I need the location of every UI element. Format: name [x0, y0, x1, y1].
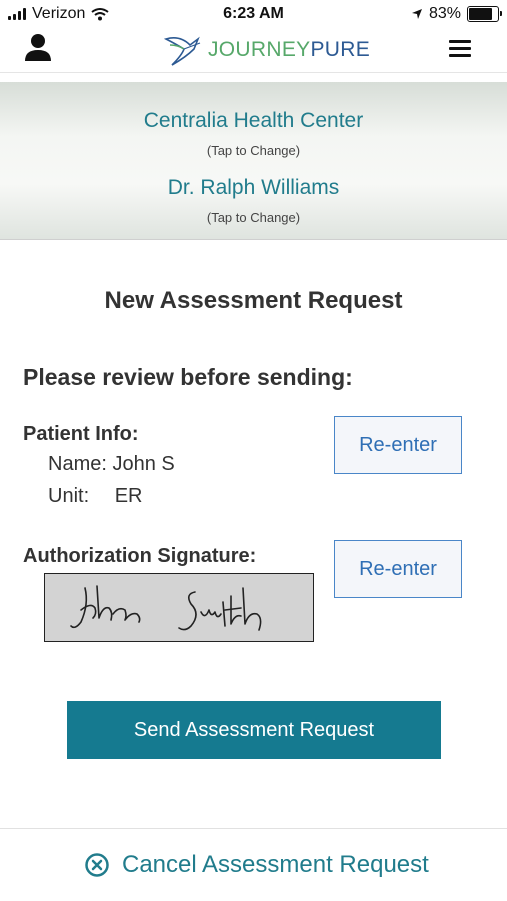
patient-unit-value: ER — [114, 485, 143, 507]
footer: Cancel Assessment Request — [0, 828, 507, 901]
cancel-assessment-request-link[interactable]: Cancel Assessment Request — [84, 851, 429, 879]
location-arrow-icon — [411, 9, 422, 19]
status-right: 83% — [411, 5, 502, 23]
logo-text-journey: JOURNEY — [208, 38, 311, 61]
logo-text: JOURNEYPURE — [208, 38, 370, 62]
logo: JOURNEYPURE — [164, 33, 370, 67]
patient-name-label: Name: — [48, 453, 107, 475]
signature-image — [44, 573, 314, 642]
battery-icon — [467, 6, 502, 22]
reenter-patient-button[interactable]: Re-enter — [334, 416, 462, 474]
facility-change-hint[interactable]: (Tap to Change) — [0, 143, 507, 158]
battery-percent: 83% — [428, 5, 461, 22]
patient-name-row: Name: John S — [48, 453, 175, 476]
logo-bird-icon — [164, 36, 201, 66]
page-title: New Assessment Request — [104, 287, 403, 314]
cancel-label: Cancel Assessment Request — [122, 851, 429, 878]
patient-unit-label: Unit: — [48, 485, 90, 507]
status-bar: Verizon 6:23 AM 83% — [0, 0, 507, 28]
patient-info-label: Patient Info: — [23, 423, 139, 445]
signature-drawing — [70, 585, 262, 631]
app-header: JOURNEYPURE — [0, 28, 507, 73]
doctor-change-hint[interactable]: (Tap to Change) — [0, 210, 507, 225]
review-heading: Please review before sending: — [23, 364, 353, 390]
doctor-name[interactable]: Dr. Ralph Williams — [0, 176, 507, 200]
logo-text-pure: PURE — [310, 38, 370, 61]
close-circle-icon — [85, 853, 109, 877]
provider-banner: Centralia Health Center (Tap to Change) … — [0, 82, 507, 240]
patient-name-value: John S — [112, 453, 175, 475]
facility-name[interactable]: Centralia Health Center — [0, 109, 507, 133]
user-icon[interactable] — [24, 33, 52, 63]
send-assessment-request-button[interactable]: Send Assessment Request — [67, 701, 441, 759]
menu-icon[interactable] — [449, 40, 471, 58]
patient-unit-row: Unit: ER — [48, 485, 142, 508]
authorization-signature-label: Authorization Signature: — [23, 545, 257, 567]
reenter-signature-button[interactable]: Re-enter — [334, 540, 462, 598]
